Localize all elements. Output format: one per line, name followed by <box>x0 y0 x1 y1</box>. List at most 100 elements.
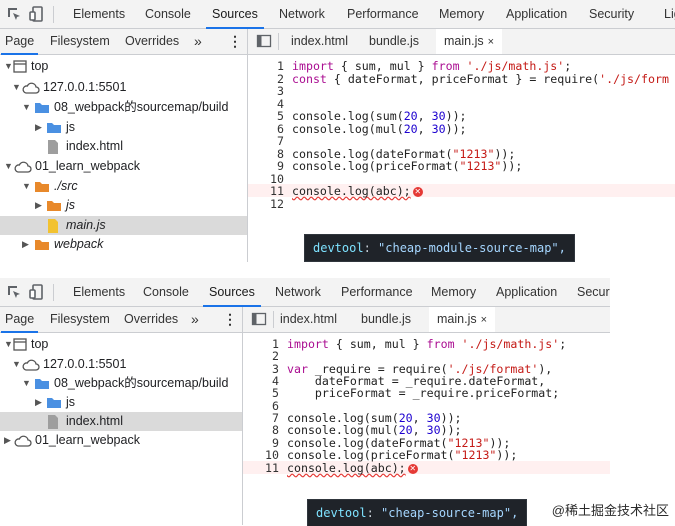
tab-console[interactable]: Console <box>143 278 189 306</box>
tree-item-folder-js[interactable]: ▶ js <box>0 393 242 412</box>
collapse-arrow-icon[interactable]: ▼ <box>4 335 13 354</box>
device-toolbar-icon[interactable] <box>29 6 45 22</box>
folder-icon <box>35 182 49 192</box>
file-icon <box>48 140 58 154</box>
expand-arrow-icon[interactable]: ▶ <box>4 431 11 450</box>
tab-security[interactable]: Securi <box>577 278 610 306</box>
devtool-key: devtool <box>316 506 367 520</box>
folder-icon <box>35 379 49 389</box>
tree-item-folder-webpack[interactable]: ▶ webpack <box>0 235 247 254</box>
collapse-arrow-icon[interactable]: ▼ <box>22 98 31 117</box>
nav-tab-filesystem[interactable]: Filesystem <box>50 29 110 54</box>
nav-tab-overrides[interactable]: Overrides <box>125 29 179 54</box>
file-tab-index-html[interactable]: index.html <box>285 29 354 54</box>
tab-performance[interactable]: Performance <box>341 278 413 306</box>
tree-item-label: 08_webpack的sourcemap/build <box>54 376 229 390</box>
collapse-arrow-icon[interactable]: ▼ <box>12 355 21 374</box>
tree-item-file-main[interactable]: main.js <box>0 216 247 235</box>
navigator-menu-button[interactable]: ⋮ <box>223 307 237 332</box>
tree-item-label: webpack <box>54 237 104 251</box>
file-tab-main-js[interactable]: main.js × <box>436 29 503 54</box>
tab-network[interactable]: Network <box>279 0 325 28</box>
code-line: console.log(priceFormat("1213")); <box>287 448 518 462</box>
tree-item-origin[interactable]: ▼ 127.0.0.1:5501 <box>0 355 242 374</box>
nav-tab-page[interactable]: Page <box>0 29 39 55</box>
js-file-icon <box>48 219 58 233</box>
devtool-key: devtool <box>313 241 364 255</box>
tab-lighthouse[interactable]: Lig <box>664 0 675 28</box>
error-icon[interactable]: ✕ <box>407 463 418 474</box>
frame-icon <box>13 338 27 351</box>
collapse-arrow-icon[interactable]: ▼ <box>4 157 13 176</box>
tab-memory[interactable]: Memory <box>439 0 484 28</box>
file-tab-bundle-js[interactable]: bundle.js <box>355 307 417 332</box>
collapse-arrow-icon[interactable]: ▼ <box>4 57 13 76</box>
tree-item-label: top <box>31 337 49 351</box>
tab-elements[interactable]: Elements <box>73 0 125 28</box>
error-icon[interactable]: ✕ <box>412 186 423 197</box>
tree-item-folder-js[interactable]: ▶ js <box>0 118 247 137</box>
navigator-menu-button[interactable]: ⋮ <box>228 29 242 54</box>
expand-arrow-icon[interactable]: ▶ <box>22 235 29 254</box>
bottom-editor-tabs: index.html bundle.js main.js × <box>243 307 610 333</box>
tab-sources[interactable]: Sources <box>203 278 261 307</box>
cloud-icon <box>14 435 32 447</box>
tree-item-origin-webpack[interactable]: ▼ 01_learn_webpack <box>0 157 247 176</box>
tree-item-label: 01_learn_webpack <box>35 433 140 447</box>
tab-memory[interactable]: Memory <box>431 278 476 306</box>
tree-item-folder-build[interactable]: ▼ 08_webpack的sourcemap/build <box>0 98 247 117</box>
inspect-element-icon[interactable] <box>6 6 22 22</box>
toolbar-separator <box>53 6 54 23</box>
close-icon[interactable]: × <box>488 36 494 48</box>
tab-security[interactable]: Security <box>589 0 634 28</box>
tab-performance[interactable]: Performance <box>347 0 419 28</box>
nav-tab-filesystem[interactable]: Filesystem <box>50 307 110 332</box>
file-tab-bundle-js[interactable]: bundle.js <box>363 29 425 54</box>
inspect-element-icon[interactable] <box>6 284 22 300</box>
tab-application[interactable]: Application <box>496 278 557 306</box>
toolbar-separator <box>53 284 54 301</box>
cloud-icon <box>22 82 40 94</box>
tree-item-folder-src-js[interactable]: ▶ js <box>0 196 247 215</box>
file-tab-main-js[interactable]: main.js × <box>429 307 496 332</box>
tree-item-origin[interactable]: ▼ 127.0.0.1:5501 <box>0 78 247 97</box>
toggle-navigator-icon[interactable] <box>251 311 267 327</box>
tree-item-file-index[interactable]: index.html <box>0 137 247 156</box>
code-line: priceFormat = _require.priceFormat; <box>287 386 560 400</box>
code-line: import { sum, mul } from './js/math.js'; <box>287 337 567 351</box>
nav-tab-page[interactable]: Page <box>0 307 39 333</box>
expand-arrow-icon[interactable]: ▶ <box>35 118 42 137</box>
line-number: 1 <box>277 59 284 73</box>
file-tab-index-html[interactable]: index.html <box>274 307 343 332</box>
toggle-navigator-icon[interactable] <box>256 33 272 49</box>
code-line: console.log(abc); ✕ <box>287 461 418 475</box>
tree-item-folder-src[interactable]: ▼ ./src <box>0 177 247 196</box>
close-icon[interactable]: × <box>481 314 487 326</box>
more-tabs-button[interactable]: » <box>194 29 202 54</box>
frame-icon <box>13 60 27 73</box>
collapse-arrow-icon[interactable]: ▼ <box>12 78 21 97</box>
tab-sources[interactable]: Sources <box>206 0 264 29</box>
tab-application[interactable]: Application <box>506 0 567 28</box>
expand-arrow-icon[interactable]: ▶ <box>35 393 42 412</box>
tab-network[interactable]: Network <box>275 278 321 306</box>
devtool-value: "cheap-module-source-map", <box>378 241 566 255</box>
collapse-arrow-icon[interactable]: ▼ <box>22 374 31 393</box>
nav-tab-overrides[interactable]: Overrides <box>124 307 178 332</box>
tab-console[interactable]: Console <box>145 0 191 28</box>
top-code-editor[interactable]: 1 2 3 4 5 6 7 8 9 10 11 12 import { sum,… <box>248 58 675 262</box>
line-number: 5 <box>272 386 279 400</box>
tree-item-origin-webpack[interactable]: ▶ 01_learn_webpack <box>0 431 242 450</box>
devtool-config-callout: devtool: "cheap-source-map", <box>308 500 527 526</box>
tree-item-top[interactable]: ▼ top <box>0 57 247 76</box>
tree-item-folder-build[interactable]: ▼ 08_webpack的sourcemap/build <box>0 374 242 393</box>
more-tabs-button[interactable]: » <box>191 307 199 332</box>
tree-item-file-index[interactable]: index.html <box>0 412 242 431</box>
tree-item-top[interactable]: ▼ top <box>0 335 242 354</box>
cloud-icon <box>22 359 40 371</box>
device-toolbar-icon[interactable] <box>29 284 45 300</box>
tab-elements[interactable]: Elements <box>73 278 125 306</box>
expand-arrow-icon[interactable]: ▶ <box>35 196 42 215</box>
collapse-arrow-icon[interactable]: ▼ <box>22 177 31 196</box>
bottom-code-editor[interactable]: 1 2 3 4 5 6 7 8 9 10 11 import { sum, mu… <box>243 336 610 525</box>
